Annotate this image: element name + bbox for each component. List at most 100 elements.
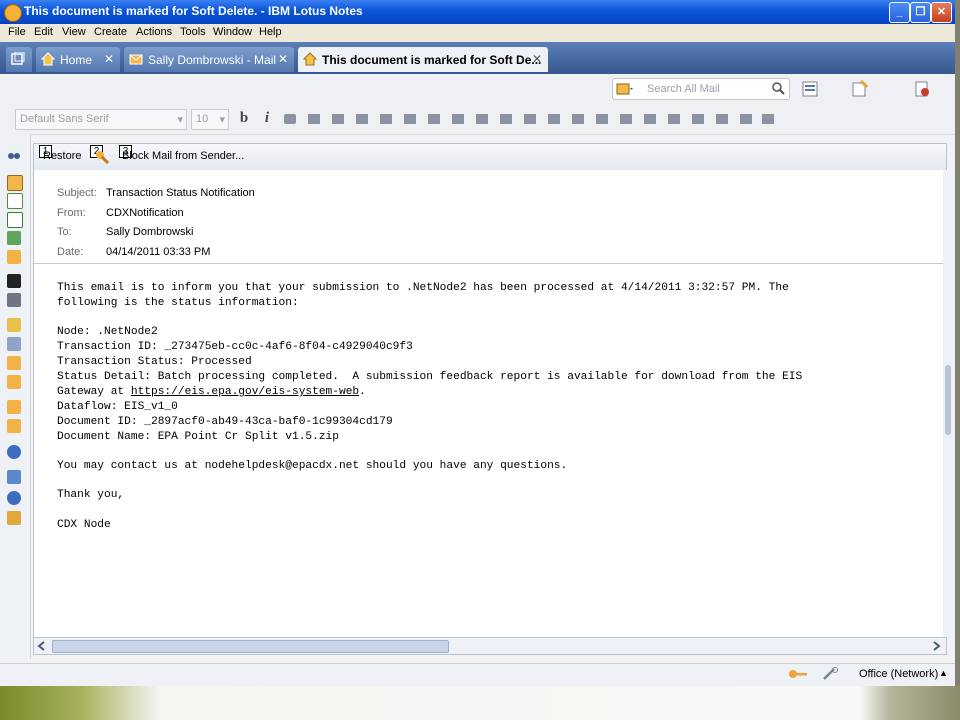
search-icon[interactable] — [772, 82, 785, 95]
workspace-icon[interactable] — [7, 293, 21, 307]
font-family-value: Default Sans Serif — [20, 113, 109, 125]
feeds-icon[interactable] — [7, 470, 21, 484]
menu-edit[interactable]: Edit — [34, 26, 53, 38]
menu-file[interactable]: File — [8, 26, 26, 38]
font-size-select[interactable]: 10 ▾ — [191, 109, 229, 130]
location-selector[interactable]: Office (Network) — [859, 668, 938, 680]
scroll-right-icon[interactable] — [931, 641, 941, 651]
folder-icon[interactable] — [7, 250, 21, 264]
globe-icon[interactable] — [7, 445, 21, 459]
body-line: following is the status information: — [57, 297, 299, 309]
menu-tools[interactable]: Tools — [180, 26, 206, 38]
from-label: From: — [57, 207, 86, 219]
replicate-icon[interactable] — [913, 80, 931, 98]
eis-gateway-link[interactable]: https://eis.epa.gov/eis-system-web — [131, 386, 359, 398]
menu-view[interactable]: View — [62, 26, 86, 38]
tab-mail[interactable]: Sally Dombrowski - Mail ✕ — [124, 47, 294, 72]
gateway-prefix: Gateway at — [57, 386, 131, 398]
tab-home-label: Home — [60, 53, 93, 67]
menu-window[interactable]: Window — [213, 26, 252, 38]
body-line: Gateway at https://eis.epa.gov/eis-syste… — [57, 386, 366, 398]
tab-document-label: This document is marked for Soft De... — [322, 53, 542, 67]
header-divider — [34, 263, 946, 264]
tab-document-close-icon[interactable]: ✕ — [532, 52, 542, 66]
to-value[interactable]: Sally Dombrowski — [106, 226, 193, 238]
chevron-down-icon: ▾ — [219, 114, 225, 126]
scroll-thumb[interactable] — [52, 640, 449, 653]
background-strip — [955, 0, 960, 720]
italic-icon[interactable]: i — [259, 110, 275, 126]
body-line: Status Detail: Batch processing complete… — [57, 371, 803, 383]
maximize-button[interactable]: ❐ — [910, 2, 931, 23]
home-icon[interactable] — [7, 511, 21, 525]
font-size-value: 10 — [196, 113, 209, 125]
search-input[interactable]: Search All Mail — [647, 83, 720, 95]
status-bar: Office (Network) ▲ — [0, 663, 955, 686]
subject-value: Transaction Status Notification — [106, 187, 255, 199]
gateway-suffix: . — [359, 386, 366, 398]
lotus-notes-icon[interactable] — [4, 4, 22, 22]
tab-home-close-icon[interactable]: ✕ — [104, 52, 114, 66]
folder-icon[interactable] — [7, 356, 21, 370]
home-icon — [41, 52, 55, 66]
tab-bar: Home ✕ Sally Dombrowski - Mail ✕ This do… — [0, 42, 955, 74]
menu-bar: File Edit View Create Actions Tools Wind… — [0, 24, 955, 43]
format-icons — [284, 111, 774, 127]
format-toolbar-icons[interactable] — [284, 111, 774, 127]
mail-icon — [129, 54, 143, 65]
body-line: Node: .NetNode2 — [57, 326, 158, 338]
replication-icon[interactable] — [7, 274, 21, 288]
bold-icon[interactable]: b — [236, 110, 252, 126]
binoculars-icon[interactable] — [7, 147, 21, 161]
search-box[interactable]: Search All Mail — [612, 78, 790, 100]
tab-mail-close-icon[interactable]: ✕ — [278, 52, 288, 66]
contacts-icon[interactable] — [7, 231, 21, 245]
open-list-icon — [11, 52, 25, 65]
scroll-left-icon[interactable] — [37, 641, 47, 651]
title-bar: This document is marked for Soft Delete.… — [0, 0, 955, 24]
close-button[interactable]: ✕ — [931, 2, 952, 23]
menu-actions[interactable]: Actions — [136, 26, 172, 38]
search-scope-icon[interactable] — [616, 81, 634, 96]
databases-icon[interactable] — [7, 337, 21, 351]
key-icon[interactable] — [788, 668, 808, 680]
open-list-button[interactable] — [6, 47, 32, 72]
scroll-thumb[interactable] — [945, 365, 951, 435]
body-line: Document Name: EPA Point Cr Split v1.5.z… — [57, 431, 339, 443]
document-icon — [303, 52, 317, 66]
view-options-icon[interactable] — [802, 81, 818, 97]
tab-document[interactable]: This document is marked for Soft De... ✕ — [298, 47, 548, 72]
body-line: You may contact us at nodehelpdesk@epacd… — [57, 460, 568, 472]
block-sender-icon[interactable] — [94, 149, 110, 165]
chevron-down-icon: ▾ — [177, 114, 183, 126]
horizontal-scrollbar[interactable] — [33, 637, 947, 655]
document-view: Subject: Transaction Status Notification… — [33, 170, 947, 638]
calendar-icon[interactable] — [7, 193, 23, 209]
date-value: 04/14/2011 03:33 PM — [106, 246, 211, 258]
menu-create[interactable]: Create — [94, 26, 127, 38]
new-memo-icon[interactable] — [851, 80, 869, 98]
location-arrow-icon[interactable]: ▲ — [939, 668, 948, 678]
todo-icon[interactable] — [7, 212, 23, 228]
tab-home[interactable]: Home ✕ — [36, 47, 120, 72]
help-icon[interactable] — [7, 491, 21, 505]
toolbar-top: Search All Mail — [0, 74, 955, 104]
body-line: Transaction Status: Processed — [57, 356, 252, 368]
vertical-scrollbar[interactable] — [943, 170, 953, 638]
to-label: To: — [57, 226, 72, 238]
mail-bookmark-icon[interactable] — [7, 175, 23, 191]
folder-icon[interactable] — [7, 400, 21, 414]
folder-icon[interactable] — [7, 375, 21, 389]
window-title: This document is marked for Soft Delete.… — [24, 4, 363, 18]
body-line: Dataflow: EIS_v1_0 — [57, 401, 178, 413]
applications-icon[interactable] — [7, 318, 21, 332]
font-family-select[interactable]: Default Sans Serif ▾ — [15, 109, 187, 130]
restore-button[interactable]: Restore — [43, 150, 82, 162]
tools-icon[interactable] — [822, 667, 840, 681]
menu-help[interactable]: Help — [259, 26, 282, 38]
toolbar-format: Default Sans Serif ▾ 10 ▾ b i — [0, 104, 955, 135]
from-value[interactable]: CDXNotification — [106, 207, 184, 219]
minimize-button[interactable]: _ — [889, 2, 910, 23]
block-mail-button[interactable]: Block Mail from Sender... — [122, 150, 244, 162]
folder-icon[interactable] — [7, 419, 21, 433]
